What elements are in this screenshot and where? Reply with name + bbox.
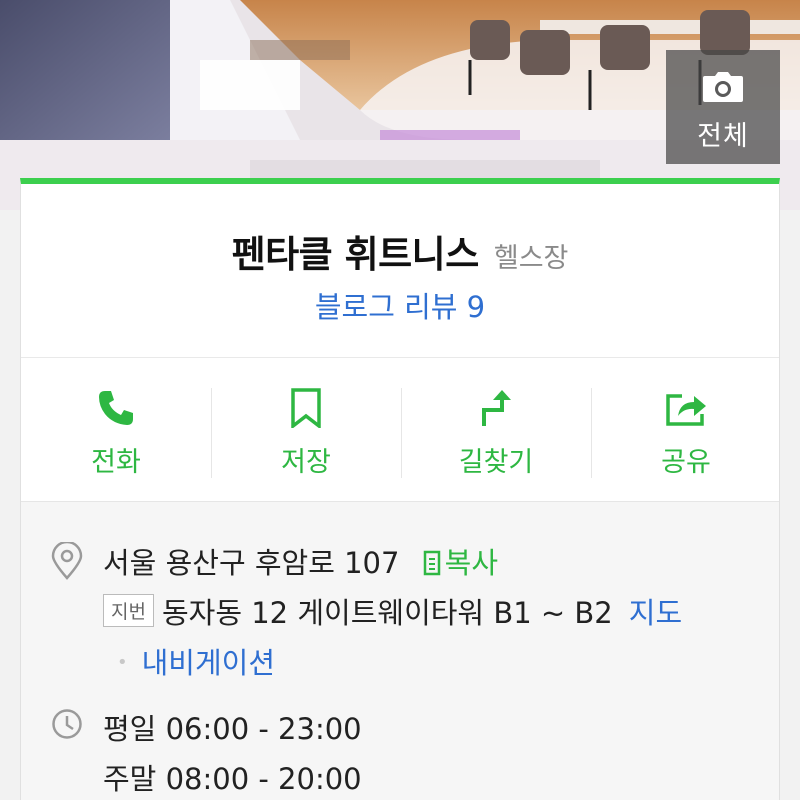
all-photos-label: 전체 bbox=[697, 121, 749, 152]
weekend-hours: 주말 08:00 - 20:00 bbox=[103, 762, 362, 796]
bullet: • bbox=[117, 652, 128, 673]
share-button[interactable]: 공유 bbox=[591, 388, 781, 488]
road-address: 서울 용산구 후암로 107 bbox=[103, 546, 400, 580]
share-icon bbox=[666, 394, 706, 426]
call-label: 전화 bbox=[91, 447, 141, 478]
camera-icon bbox=[703, 72, 743, 102]
jibeon-tag: 지번 bbox=[103, 594, 154, 627]
navigation-link[interactable]: 내비게이션 bbox=[142, 646, 275, 680]
call-button[interactable]: 전화 bbox=[21, 388, 211, 488]
jibeon-address-row: 지번 동자동 12 게이트웨이타워 B1 ~ B2 지도 bbox=[103, 590, 800, 632]
directions-label: 길찾기 bbox=[458, 447, 534, 478]
bookmark-icon bbox=[291, 388, 321, 428]
clock-icon bbox=[52, 709, 82, 739]
place-card: 펜타클 휘트니스 헬스장 블로그 리뷰 9 전화 저장 길찾기 공유 서울 용산… bbox=[20, 178, 780, 800]
directions-icon bbox=[482, 390, 511, 426]
jibeon-address: 동자동 12 게이트웨이타워 B1 ~ B2 bbox=[161, 596, 613, 630]
action-bar: 전화 저장 길찾기 공유 bbox=[21, 358, 779, 502]
copy-address-button[interactable]: 복사 bbox=[423, 546, 498, 580]
location-pin-icon bbox=[51, 542, 83, 580]
place-name: 펜타클 휘트니스 bbox=[231, 233, 480, 276]
save-button[interactable]: 저장 bbox=[211, 388, 401, 488]
copy-label: 복사 bbox=[444, 546, 499, 580]
place-info: 서울 용산구 후암로 107 복사 지번 동자동 12 게이트웨이타워 B1 ~ … bbox=[21, 502, 779, 800]
directions-button[interactable]: 길찾기 bbox=[401, 388, 591, 488]
weekday-hours: 평일 06:00 - 23:00 bbox=[103, 712, 362, 746]
place-category: 헬스장 bbox=[493, 243, 569, 274]
all-photos-button[interactable]: 전체 bbox=[666, 50, 780, 164]
save-label: 저장 bbox=[281, 447, 331, 478]
road-address-row: 서울 용산구 후암로 107 복사 bbox=[103, 540, 800, 582]
title-block: 펜타클 휘트니스 헬스장 블로그 리뷰 9 bbox=[21, 184, 779, 358]
copy-icon bbox=[423, 550, 440, 576]
navigation-row: • 내비게이션 bbox=[117, 640, 800, 682]
map-link[interactable]: 지도 bbox=[629, 596, 682, 630]
share-label: 공유 bbox=[661, 447, 711, 478]
phone-icon bbox=[99, 391, 133, 425]
blog-review-link[interactable]: 블로그 리뷰 9 bbox=[315, 284, 485, 326]
